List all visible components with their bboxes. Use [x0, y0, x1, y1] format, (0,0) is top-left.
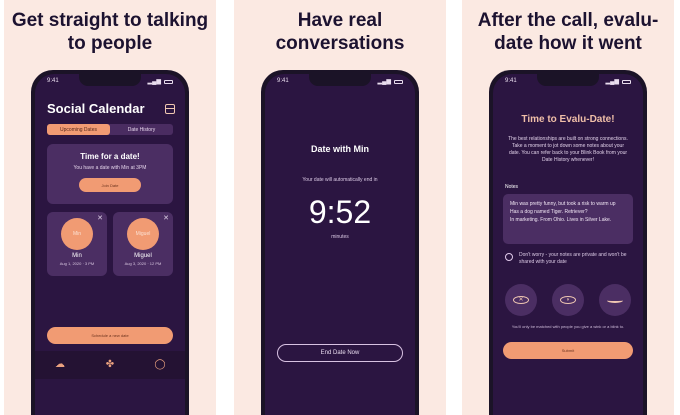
panel-call: Have real conversations 9:41 ▂▄▆ Date wi… [234, 0, 446, 415]
tab-date-history[interactable]: Date History [110, 124, 173, 135]
join-date-button[interactable]: Join Date [79, 178, 141, 192]
phone-screen: 9:41 ▂▄▆ Date with Min Your date will au… [265, 74, 415, 415]
status-time: 9:41 [277, 78, 289, 84]
panel-calendar: Get straight to talking to people 9:41 ▂… [4, 0, 216, 415]
headline: Have real conversations [275, 10, 405, 54]
close-icon[interactable]: ✕ [163, 214, 169, 222]
call-note: Your date will automatically end in [302, 177, 378, 183]
battery-icon [164, 79, 173, 84]
call-title: Date with Min [311, 144, 369, 154]
battery-icon [622, 79, 631, 84]
status-bar: 9:41 ▂▄▆ [277, 78, 403, 85]
date-card: Time for a date! You have a date with Mi… [47, 144, 173, 204]
timer-unit: minutes [331, 234, 349, 240]
bottom-tab-bar: ☁ ✤ ◯ [35, 351, 185, 379]
signal-icon: ▂▄▆ [377, 79, 391, 85]
half-eye-button[interactable]: ◗ [552, 284, 584, 316]
signal-icon: ▂▄▆ [147, 79, 161, 85]
person-name: Miguel [134, 253, 152, 259]
tab-upcoming-dates[interactable]: Upcoming Dates [47, 124, 110, 135]
avatar: Miguel [127, 218, 159, 250]
call-timer: 9:52 [308, 194, 372, 230]
person-card[interactable]: ✕ Min Min Aug 1, 2020 · 3 PM [47, 212, 107, 276]
notes-label: Notes [505, 184, 519, 190]
person-name: Min [72, 253, 82, 259]
status-bar: 9:41 ▂▄▆ [47, 78, 173, 85]
note-line: In marketing. From Ohio. Lives in Silver… [510, 217, 612, 223]
open-eye-icon: ✕ [513, 296, 529, 304]
people-icon[interactable]: ✤ [104, 360, 116, 370]
signal-icon: ▂▄▆ [605, 79, 619, 85]
rating-choices: ✕ ◗ [505, 284, 631, 316]
submit-button[interactable]: Submit [503, 342, 633, 359]
avatar: Min [61, 218, 93, 250]
half-eye-icon: ◗ [560, 296, 576, 304]
phone-frame: 9:41 ▂▄▆ Social Calendar Upcoming Dates … [31, 70, 189, 415]
phone-frame: 9:41 ▂▄▆ Date with Min Your date will au… [261, 70, 419, 415]
phone-frame: 9:41 ▂▄▆ Time to Evalu-Date! The best re… [489, 70, 647, 415]
person-date: Aug 3, 2020 · 12 PM [124, 261, 162, 266]
privacy-notice: Don't worry - your notes are private and… [505, 252, 631, 266]
date-card-text: You have a date with Min at 3PM [73, 165, 147, 171]
open-eye-button[interactable]: ✕ [505, 284, 537, 316]
app-title: Social Calendar [47, 101, 145, 116]
person-card[interactable]: ✕ Miguel Miguel Aug 3, 2020 · 12 PM [113, 212, 173, 276]
calendar-icon[interactable] [165, 104, 175, 114]
headline: After the call, evalu-date how it went [477, 10, 659, 54]
person-date: Aug 1, 2020 · 3 PM [59, 261, 95, 266]
status-bar: 9:41 ▂▄▆ [505, 78, 631, 85]
evaludate-intro: The best relationships are built on stro… [508, 136, 628, 163]
date-card-title: Time for a date! [80, 152, 140, 161]
phone-screen: 9:41 ▂▄▆ Social Calendar Upcoming Dates … [35, 74, 185, 415]
wink-button[interactable] [599, 284, 631, 316]
wink-icon [607, 298, 623, 303]
end-date-button[interactable]: End Date Now [277, 344, 403, 362]
status-time: 9:41 [47, 78, 59, 84]
note-line: Min was pretty funny, but took a risk to… [510, 201, 616, 207]
schedule-date-button[interactable]: Schedule a new date [47, 327, 173, 344]
privacy-text: Don't worry - your notes are private and… [519, 252, 627, 265]
phone-screen: 9:41 ▂▄▆ Time to Evalu-Date! The best re… [493, 74, 643, 415]
battery-icon [394, 79, 403, 84]
match-footnote: You'll only be matched with people you g… [511, 324, 625, 329]
evaludate-title: Time to Evalu-Date! [521, 114, 615, 125]
status-time: 9:41 [505, 78, 517, 84]
close-icon[interactable]: ✕ [97, 214, 103, 222]
note-line: Has a dog named Tiger. Retriever? [510, 209, 588, 215]
tab-switcher: Upcoming Dates Date History [47, 124, 173, 135]
panel-evaludate: After the call, evalu-date how it went 9… [462, 0, 674, 415]
home-icon[interactable]: ☁ [54, 360, 66, 370]
headline: Get straight to talking to people [11, 10, 209, 54]
notes-textarea[interactable]: Min was pretty funny, but took a risk to… [503, 194, 633, 244]
chat-icon[interactable]: ◯ [154, 360, 166, 370]
clock-icon [505, 253, 513, 261]
